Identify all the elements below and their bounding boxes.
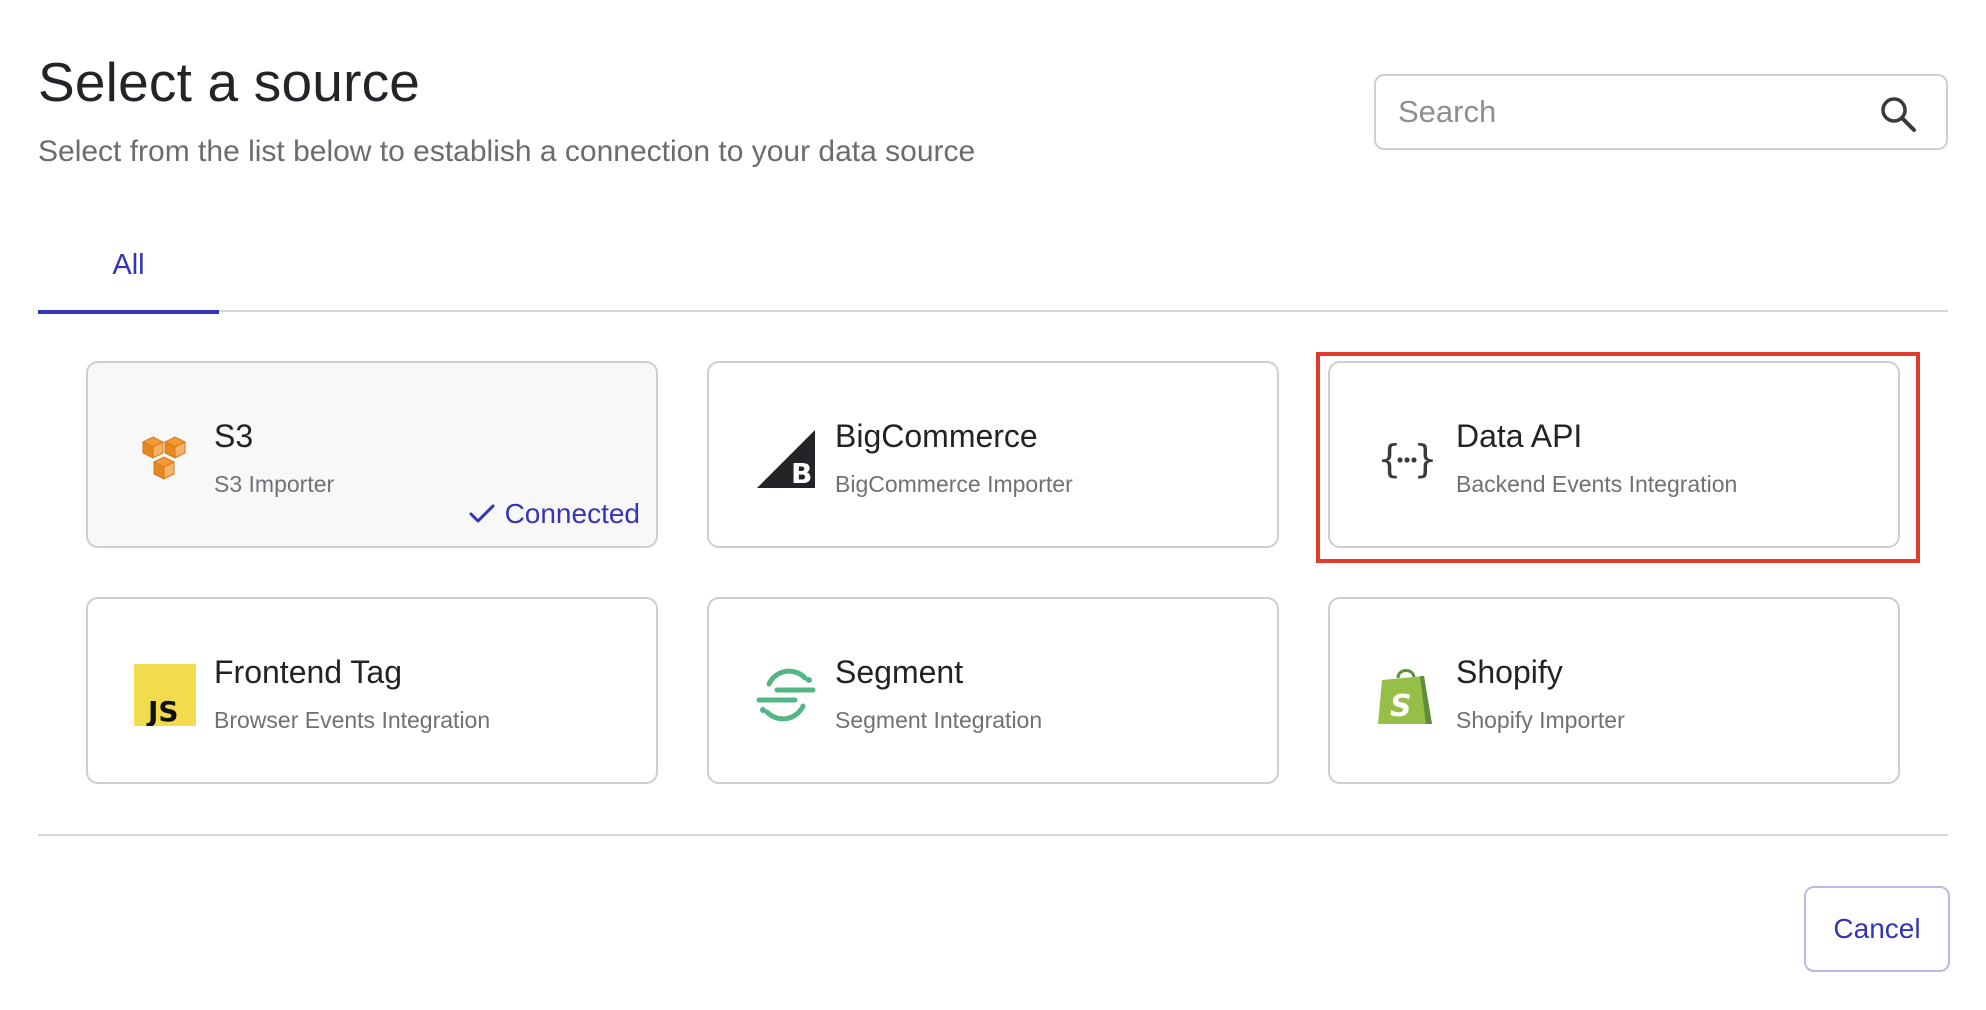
source-card-frontend-tag[interactable]: JS Frontend Tag Browser Events Integrati… [86, 597, 658, 784]
tab-all[interactable]: All [38, 225, 219, 314]
source-card-shopify[interactable]: S Shopify Shopify Importer [1328, 597, 1900, 784]
svg-text:{: { [1378, 437, 1401, 481]
source-card-segment[interactable]: Segment Segment Integration [707, 597, 1279, 784]
svg-text:JS: JS [146, 695, 179, 726]
source-description: Backend Events Integration [1456, 471, 1738, 497]
tab-all-label: All [112, 249, 145, 281]
source-name: Shopify [1456, 654, 1563, 690]
source-card-s3[interactable]: S3 S3 Importer Connected [86, 361, 658, 548]
source-name: Frontend Tag [214, 654, 402, 690]
page-title: Select a source [38, 51, 421, 113]
source-name: S3 [214, 418, 254, 454]
javascript-icon: JS [134, 664, 196, 726]
source-card-bigcommerce[interactable]: B BigCommerce BigCommerce Importer [707, 361, 1279, 548]
source-name: BigCommerce [835, 418, 1038, 454]
source-card-data-api[interactable]: { } Data API Backend Events Integration [1328, 361, 1900, 548]
footer-divider [38, 834, 1948, 836]
cancel-button[interactable]: Cancel [1804, 886, 1950, 972]
source-name: Data API [1456, 418, 1583, 454]
tab-bar: All [38, 225, 1948, 314]
search-box[interactable] [1374, 74, 1948, 150]
connected-status: Connected [467, 498, 640, 530]
connected-label: Connected [504, 498, 640, 529]
segment-icon [756, 668, 816, 722]
checkmark-icon [469, 504, 495, 523]
aws-s3-icon [141, 436, 187, 480]
source-description: Browser Events Integration [214, 707, 491, 733]
data-api-icon: { } [1378, 437, 1437, 481]
search-icon[interactable] [1878, 94, 1918, 134]
svg-text:B: B [791, 457, 812, 490]
search-input[interactable] [1398, 88, 1868, 136]
shopify-icon: S [1378, 669, 1432, 724]
svg-text:}: } [1414, 437, 1437, 481]
source-description: Shopify Importer [1456, 707, 1625, 733]
source-description: S3 Importer [214, 471, 335, 497]
svg-text:S: S [1390, 689, 1412, 724]
page-subtitle: Select from the list below to establish … [38, 135, 976, 168]
source-description: BigCommerce Importer [835, 471, 1073, 497]
source-description: Segment Integration [835, 707, 1043, 733]
active-tab-indicator [38, 310, 219, 314]
source-name: Segment [835, 654, 964, 690]
bigcommerce-icon: B [757, 430, 815, 490]
